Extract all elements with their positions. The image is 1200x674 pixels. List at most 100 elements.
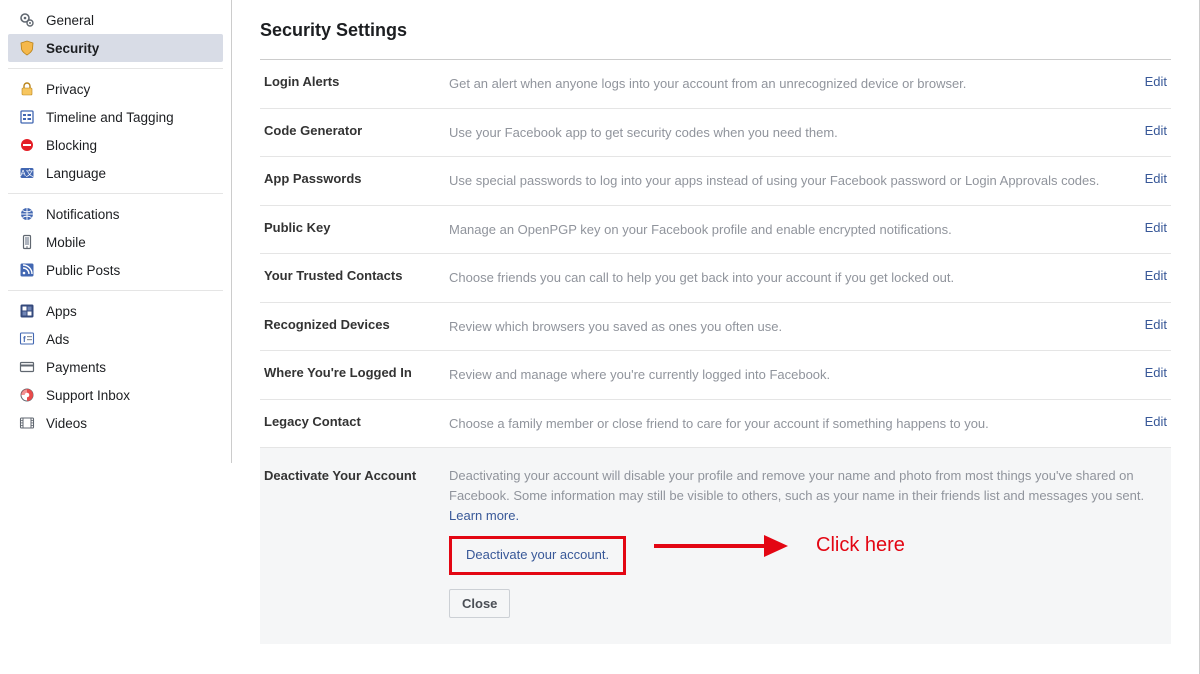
setting-label: Code Generator: [264, 123, 449, 138]
globe-icon: [18, 205, 36, 223]
sidebar-item-label: Blocking: [46, 138, 97, 153]
shield-icon: [18, 39, 36, 57]
setting-label: App Passwords: [264, 171, 449, 186]
settings-sidebar: General Security Privacy Timeline and Ta…: [0, 0, 232, 463]
svg-text:f: f: [23, 335, 26, 344]
language-icon: A文: [18, 164, 36, 182]
learn-more-link[interactable]: Learn more.: [449, 508, 519, 523]
mobile-icon: [18, 233, 36, 251]
sidebar-item-label: General: [46, 13, 94, 28]
video-icon: [18, 414, 36, 432]
settings-main: Security Settings Login AlertsGet an ale…: [232, 0, 1200, 674]
deactivate-section: Deactivate Your Account Deactivating you…: [260, 448, 1171, 644]
sidebar-item-label: Ads: [46, 332, 69, 347]
sidebar-group-0: General Security: [8, 0, 223, 69]
setting-row[interactable]: Code GeneratorUse your Facebook app to g…: [260, 109, 1171, 158]
page-title: Security Settings: [260, 10, 1171, 60]
annotation: Click here: [654, 530, 905, 561]
svg-text:A文: A文: [20, 168, 33, 178]
setting-row[interactable]: Public KeyManage an OpenPGP key on your …: [260, 206, 1171, 255]
edit-link[interactable]: Edit: [1145, 414, 1167, 429]
edit-link[interactable]: Edit: [1145, 365, 1167, 380]
setting-row[interactable]: Login AlertsGet an alert when anyone log…: [260, 60, 1171, 109]
sidebar-item-ads[interactable]: f Ads: [8, 325, 223, 353]
edit-link[interactable]: Edit: [1145, 123, 1167, 138]
setting-action: Edit: [1127, 74, 1167, 89]
sidebar-item-blocking[interactable]: Blocking: [8, 131, 223, 159]
sidebar-item-mobile[interactable]: Mobile: [8, 228, 223, 256]
setting-desc: Manage an OpenPGP key on your Facebook p…: [449, 220, 1127, 240]
setting-action: Edit: [1127, 414, 1167, 429]
sidebar-item-privacy[interactable]: Privacy: [8, 75, 223, 103]
apps-icon: [18, 302, 36, 320]
annotation-text: Click here: [816, 530, 905, 561]
gears-icon: [18, 11, 36, 29]
sidebar-group-2: Notifications Mobile Public Posts: [8, 194, 223, 291]
sidebar-item-apps[interactable]: Apps: [8, 297, 223, 325]
close-button[interactable]: Close: [449, 589, 510, 618]
sidebar-item-language[interactable]: A文 Language: [8, 159, 223, 187]
sidebar-item-label: Timeline and Tagging: [46, 110, 174, 125]
deactivate-desc: Deactivating your account will disable y…: [449, 468, 1144, 503]
sidebar-item-label: Public Posts: [46, 263, 120, 278]
sidebar-item-payments[interactable]: Payments: [8, 353, 223, 381]
sidebar-item-support[interactable]: Support Inbox: [8, 381, 223, 409]
sidebar-item-label: Privacy: [46, 82, 90, 97]
deactivate-body: Deactivating your account will disable y…: [449, 466, 1167, 618]
setting-action: Edit: [1127, 220, 1167, 235]
sidebar-item-timeline[interactable]: Timeline and Tagging: [8, 103, 223, 131]
sidebar-item-videos[interactable]: Videos: [8, 409, 223, 437]
setting-label: Your Trusted Contacts: [264, 268, 449, 283]
setting-row[interactable]: Where You're Logged InReview and manage …: [260, 351, 1171, 400]
setting-desc: Use your Facebook app to get security co…: [449, 123, 1127, 143]
edit-link[interactable]: Edit: [1145, 220, 1167, 235]
arrow-head-icon: [764, 535, 788, 557]
deactivate-link-highlight: Deactivate your account.: [449, 536, 626, 574]
block-icon: [18, 136, 36, 154]
setting-action: Edit: [1127, 365, 1167, 380]
deactivate-label: Deactivate Your Account: [264, 466, 449, 483]
edit-link[interactable]: Edit: [1145, 171, 1167, 186]
sidebar-item-label: Support Inbox: [46, 388, 130, 403]
setting-row[interactable]: App PasswordsUse special passwords to lo…: [260, 157, 1171, 206]
setting-row[interactable]: Your Trusted ContactsChoose friends you …: [260, 254, 1171, 303]
setting-desc: Review which browsers you saved as ones …: [449, 317, 1127, 337]
setting-action: Edit: [1127, 171, 1167, 186]
setting-label: Public Key: [264, 220, 449, 235]
sidebar-item-security[interactable]: Security: [8, 34, 223, 62]
setting-desc: Use special passwords to log into your a…: [449, 171, 1127, 191]
setting-label: Recognized Devices: [264, 317, 449, 332]
deactivate-account-link[interactable]: Deactivate your account.: [466, 547, 609, 562]
sidebar-item-label: Language: [46, 166, 106, 181]
sidebar-item-label: Security: [46, 41, 99, 56]
setting-desc: Choose friends you can call to help you …: [449, 268, 1127, 288]
setting-row[interactable]: Legacy ContactChoose a family member or …: [260, 400, 1171, 449]
lock-icon: [18, 80, 36, 98]
edit-link[interactable]: Edit: [1145, 268, 1167, 283]
page-layout: General Security Privacy Timeline and Ta…: [0, 0, 1200, 674]
ads-icon: f: [18, 330, 36, 348]
setting-label: Login Alerts: [264, 74, 449, 89]
sidebar-item-notifications[interactable]: Notifications: [8, 200, 223, 228]
setting-desc: Get an alert when anyone logs into your …: [449, 74, 1127, 94]
rss-icon: [18, 261, 36, 279]
sidebar-item-label: Payments: [46, 360, 106, 375]
setting-desc: Choose a family member or close friend t…: [449, 414, 1127, 434]
edit-link[interactable]: Edit: [1145, 317, 1167, 332]
setting-row[interactable]: Recognized DevicesReview which browsers …: [260, 303, 1171, 352]
timeline-icon: [18, 108, 36, 126]
sidebar-item-label: Videos: [46, 416, 87, 431]
edit-link[interactable]: Edit: [1145, 74, 1167, 89]
setting-action: Edit: [1127, 123, 1167, 138]
sidebar-item-general[interactable]: General: [8, 6, 223, 34]
sidebar-item-label: Notifications: [46, 207, 120, 222]
sidebar-item-public-posts[interactable]: Public Posts: [8, 256, 223, 284]
setting-desc: Review and manage where you're currently…: [449, 365, 1127, 385]
sidebar-item-label: Apps: [46, 304, 77, 319]
arrow-icon: [654, 544, 764, 548]
support-icon: [18, 386, 36, 404]
sidebar-item-label: Mobile: [46, 235, 86, 250]
card-icon: [18, 358, 36, 376]
setting-label: Legacy Contact: [264, 414, 449, 429]
sidebar-group-3: Apps f Ads Payments Support Inbox Videos: [8, 291, 223, 443]
